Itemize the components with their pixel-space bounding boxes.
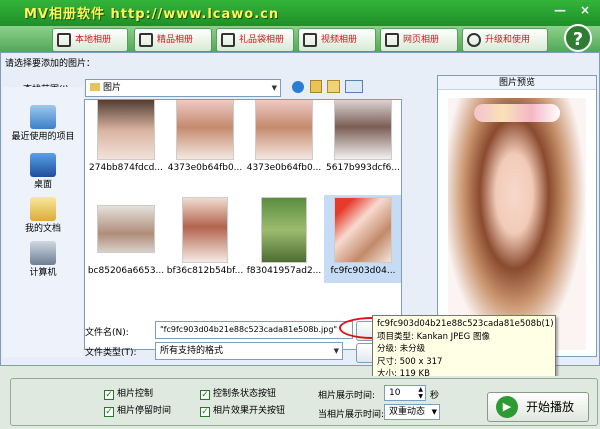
dialog-title: 请选择要添加的图片：: [5, 59, 96, 69]
filetype-dropdown[interactable]: 所有支持的格式 ▼: [155, 342, 343, 360]
up-folder-icon[interactable]: [310, 80, 322, 93]
file-item-selected[interactable]: fc9fc903d04...: [324, 195, 401, 283]
preview-title: 图片预览: [438, 76, 596, 90]
back-icon[interactable]: [292, 81, 304, 93]
tab-video-album[interactable]: 视频相册: [298, 28, 376, 52]
start-playback-button[interactable]: ▶ 开始播放: [487, 392, 589, 422]
file-list[interactable]: 274bb874fdcd... 4373e0b64fb0... 4373e0b6…: [84, 99, 402, 350]
film-icon: [303, 33, 317, 47]
documents-icon: [30, 197, 56, 221]
tab-premium-album[interactable]: 精品相册: [134, 28, 212, 52]
web-icon: [385, 33, 399, 47]
checkbox-stay-time[interactable]: ✓ 相片停留时间: [104, 405, 171, 417]
tab-gift-album[interactable]: 礼品袋相册: [216, 28, 294, 52]
recent-items-icon: [30, 105, 56, 129]
tab-web-album[interactable]: 网页相册: [380, 28, 458, 52]
flower-crown: [474, 104, 560, 122]
effect-dropdown[interactable]: 双重动态 ▼: [384, 404, 440, 420]
add-image-dialog: 请选择要添加的图片： 查找范围(I): 图片▼ 最近使用的项目 桌面 我的文档 …: [0, 52, 600, 381]
file-item[interactable]: 4373e0b64fb0...: [245, 100, 323, 180]
chevron-down-icon: ▼: [431, 408, 437, 416]
app-title: MV相册软件 http://www.lcawo.cn: [24, 7, 280, 22]
help-button[interactable]: ?: [564, 24, 592, 52]
filename-label: 文件名(N):: [85, 328, 129, 338]
main-toolbar: 本地相册 精品相册 礼品袋相册 视频相册 网页相册 升级和使用: [0, 26, 600, 54]
tooltip-name: fc9fc903d04b21e88c523cada81e508b(1): [377, 319, 554, 329]
chevron-down-icon: ▼: [271, 84, 277, 92]
thumbnail-image: [97, 100, 155, 160]
checkbox-controlbar-button[interactable]: ✓ 控制条状态按钮: [200, 388, 276, 400]
photo-time-spinner[interactable]: 10 ▲ ▼: [384, 385, 426, 401]
file-item[interactable]: bc85206a6653...: [87, 195, 165, 283]
folder-icon: [90, 83, 100, 91]
checkbox-check-icon: ✓: [200, 407, 210, 417]
look-in-dropdown[interactable]: 图片 ▼: [85, 79, 281, 97]
new-folder-icon[interactable]: [327, 80, 340, 93]
computer-icon: [30, 241, 56, 265]
place-documents[interactable]: 我的文档: [3, 197, 83, 235]
place-computer[interactable]: 计算机: [3, 241, 83, 279]
checkbox-check-icon: ✓: [104, 407, 114, 417]
chevron-down-icon: ▼: [333, 347, 339, 355]
thumbnail-image: [334, 100, 392, 160]
thumbnail-image: [261, 197, 307, 263]
album-icon: [57, 33, 71, 47]
checkbox-check-icon: ✓: [200, 390, 210, 400]
thumbnail-image: [97, 205, 155, 253]
file-info-tooltip: fc9fc903d04b21e88c523cada81e508b(1) 项目类型…: [372, 315, 556, 381]
play-icon: ▶: [496, 396, 518, 418]
places-bar: 最近使用的项目 桌面 我的文档 计算机: [3, 87, 83, 357]
close-button[interactable]: ×: [573, 0, 597, 20]
tooltip-rating: 分级: 未分级: [377, 344, 426, 354]
thumbnail-image: [334, 197, 392, 263]
checkbox-effect-switch[interactable]: ✓ 相片效果开关按钮: [200, 405, 285, 417]
photo-time-unit: 秒: [430, 391, 440, 401]
filetype-label: 文件类型(T):: [85, 348, 137, 358]
tab-local-album[interactable]: 本地相册: [52, 28, 128, 52]
preview-image: [448, 98, 586, 350]
thumbnail-image: [182, 197, 228, 263]
place-recent[interactable]: 最近使用的项目: [3, 105, 83, 143]
checkbox-photo-control[interactable]: ✓ 相片控制: [104, 388, 153, 400]
place-desktop[interactable]: 桌面: [3, 153, 83, 191]
file-item[interactable]: 4373e0b64fb0...: [166, 100, 244, 180]
file-item[interactable]: bf36c812b54bf...: [166, 195, 244, 283]
filename-input[interactable]: "fc9fc903d04b21e88c523cada81e508b.jpg": [155, 321, 353, 339]
tooltip-type: 项目类型: Kankan JPEG 图像: [377, 331, 490, 342]
file-item[interactable]: f83041957ad2...: [245, 195, 323, 283]
file-item[interactable]: 274bb874fdcd...: [87, 100, 165, 180]
spinner-arrows-icon: ▲ ▼: [418, 386, 423, 400]
photo-time-label: 相片展示时间:: [318, 391, 376, 401]
file-item[interactable]: 5617b993dcf6...: [324, 100, 401, 180]
frame-icon: [139, 33, 153, 47]
view-menu-icon[interactable]: [345, 80, 363, 93]
globe-icon: [467, 33, 481, 47]
checkbox-check-icon: ✓: [104, 390, 114, 400]
tooltip-dimensions: 尺寸: 500 x 317: [377, 356, 443, 367]
minimize-button[interactable]: —: [548, 0, 572, 20]
tab-upgrade[interactable]: 升级和使用: [462, 28, 548, 52]
effect-label: 当相片展示时间:: [318, 410, 385, 420]
gift-icon: [221, 33, 235, 47]
desktop-icon: [30, 153, 56, 177]
app-title-bar: MV相册软件 http://www.lcawo.cn — ×: [0, 0, 600, 26]
thumbnail-image: [255, 100, 313, 160]
thumbnail-image: [176, 100, 234, 160]
